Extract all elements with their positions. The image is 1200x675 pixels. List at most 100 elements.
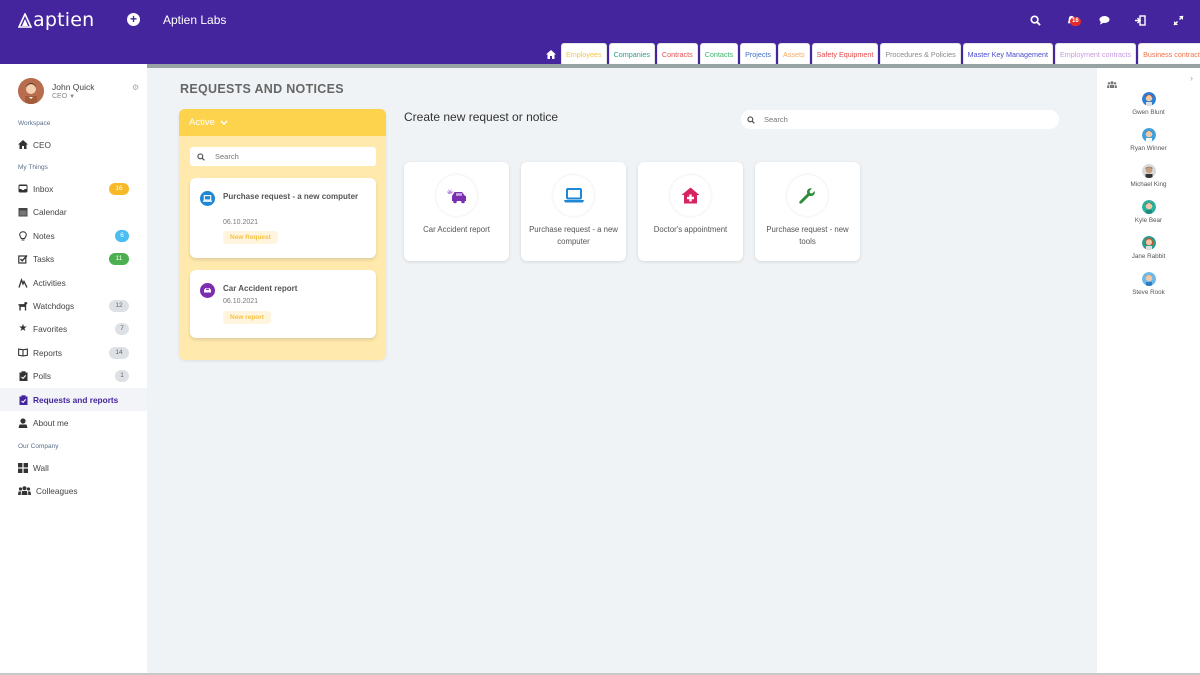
- sidebar-item-label: Tasks: [33, 253, 55, 264]
- grid-icon: [18, 462, 28, 473]
- book-icon: [18, 348, 28, 358]
- inbox-count-badge: 16: [109, 182, 129, 195]
- sidebar-item-calendar[interactable]: Calendar: [0, 200, 147, 223]
- laptop-icon: [200, 191, 215, 206]
- colleague-michael-king[interactable]: Michael King: [1097, 164, 1200, 188]
- status-badge: New report: [223, 311, 271, 324]
- tab-home[interactable]: [543, 44, 559, 64]
- sidebar-item-inbox[interactable]: Inbox 16: [0, 177, 147, 200]
- colleague-jane-rabbit[interactable]: Jane Rabbit: [1097, 236, 1200, 260]
- add-icon: +: [129, 12, 137, 26]
- sidebar-item-colleagues[interactable]: Colleagues: [0, 479, 147, 502]
- section-our-company: Our Company: [18, 443, 59, 450]
- wrench-icon: [799, 188, 815, 204]
- fullscreen-button[interactable]: [1170, 12, 1186, 28]
- add-button[interactable]: +: [127, 13, 140, 26]
- chevron-right-icon[interactable]: ›: [1190, 73, 1193, 83]
- avatar: [1141, 200, 1156, 214]
- laptop-icon: [563, 188, 584, 203]
- colleague-steve-rook[interactable]: Steve Rook: [1097, 272, 1200, 296]
- card-date: 06.10.2021: [223, 298, 259, 305]
- colleague-kyle-bear[interactable]: Kyle Bear: [1097, 200, 1200, 224]
- colleague-name: Ryan Winner: [1130, 145, 1167, 152]
- sidebar-item-favorites[interactable]: ★ Favorites 7: [0, 317, 147, 340]
- card-date: 06.10.2021: [223, 219, 259, 226]
- request-card[interactable]: Purchase request - a new computer 06.10.…: [190, 178, 376, 258]
- tab-contracts[interactable]: Contracts: [656, 43, 698, 64]
- tab-contacts[interactable]: Contacts: [699, 43, 739, 64]
- template-tile-doctors-appointment[interactable]: Doctor's appointment: [638, 162, 743, 261]
- sidebar-item-ceo[interactable]: CEO: [0, 133, 147, 156]
- logout-button[interactable]: [1132, 12, 1148, 28]
- home-icon: [546, 49, 556, 59]
- colleague-gwen-blunt[interactable]: Gwen Blunt: [1097, 92, 1200, 116]
- tile-label: Purchase request - new tools: [766, 225, 849, 246]
- user-role-dropdown[interactable]: CEO ▼: [52, 93, 95, 100]
- template-search-input[interactable]: [764, 115, 1044, 124]
- lightbulb-icon: [18, 230, 28, 241]
- sidebar-item-label: Reports: [33, 347, 63, 358]
- search-icon: [197, 152, 205, 161]
- tile-icon-circle: [553, 175, 594, 216]
- tab-safety-equipment[interactable]: Safety Equipment: [811, 43, 879, 64]
- tile-label: Purchase request - a new computer: [529, 225, 618, 246]
- sidebar-item-label: Calendar: [33, 206, 67, 217]
- avatar: [1141, 164, 1156, 178]
- notes-count-badge: 6: [115, 229, 129, 242]
- reports-count-badge: 14: [109, 346, 129, 359]
- tab-master-key-management[interactable]: Master Key Management: [962, 43, 1053, 64]
- sidebar-item-activities[interactable]: Activities: [0, 271, 147, 294]
- sidebar-item-reports[interactable]: Reports 14: [0, 341, 147, 364]
- search-icon: [747, 115, 755, 124]
- colleague-ryan-winner[interactable]: Ryan Winner: [1097, 128, 1200, 152]
- sidebar-item-label: Inbox: [33, 183, 54, 194]
- user-profile[interactable]: John Quick CEO ▼: [18, 78, 95, 104]
- column-search: [190, 147, 376, 166]
- clipboard-icon: [18, 370, 28, 381]
- template-tile-purchase-computer[interactable]: Purchase request - a new computer: [521, 162, 626, 261]
- page-title: REQUESTS AND NOTICES: [180, 82, 344, 96]
- sidebar-item-polls[interactable]: Polls 1: [0, 364, 147, 387]
- sidebar-item-about-me[interactable]: About me: [0, 411, 147, 434]
- colleague-name: Gwen Blunt: [1132, 109, 1165, 116]
- users-icon[interactable]: [1107, 75, 1117, 93]
- avatar: [1141, 92, 1156, 106]
- clinic-icon: [681, 187, 700, 204]
- sidebar-item-label: Wall: [33, 462, 49, 473]
- request-card[interactable]: Car Accident report 06.10.2021 New repor…: [190, 270, 376, 338]
- column-search-input[interactable]: [215, 152, 365, 161]
- notifications-button[interactable]: 16: [1063, 12, 1081, 28]
- tab-employees[interactable]: Employees: [561, 43, 607, 64]
- tab-projects[interactable]: Projects: [740, 43, 777, 64]
- user-role: CEO: [52, 93, 68, 100]
- search-button[interactable]: [1027, 12, 1043, 28]
- chat-button[interactable]: [1096, 12, 1112, 28]
- template-search: [741, 110, 1059, 129]
- tab-procedures-policies[interactable]: Procedures & Policies: [880, 43, 961, 64]
- module-tabs: Employees Companies Contracts Contacts P…: [543, 43, 1200, 64]
- car-crash-icon: [200, 283, 215, 298]
- sidebar-item-watchdogs[interactable]: Watchdogs 12: [0, 294, 147, 317]
- sidebar-item-label: Colleagues: [36, 485, 78, 496]
- status-filter-label: Active: [189, 117, 215, 128]
- tile-icon-circle: [787, 175, 828, 216]
- star-icon: ★: [18, 323, 28, 334]
- settings-gear-icon[interactable]: ⚙: [132, 83, 139, 92]
- status-filter-dropdown[interactable]: Active: [179, 109, 386, 136]
- tab-assets[interactable]: Assets: [778, 43, 810, 64]
- template-tile-car-accident[interactable]: Car Accident report: [404, 162, 509, 261]
- template-tile-purchase-tools[interactable]: Purchase request - new tools: [755, 162, 860, 261]
- tab-business-contracts[interactable]: Business contracts: [1138, 43, 1200, 64]
- checkbox-icon: [18, 254, 28, 264]
- sidebar-item-wall[interactable]: Wall: [0, 456, 147, 479]
- sidebar-item-notes[interactable]: Notes 6: [0, 224, 147, 247]
- tab-employment-contracts[interactable]: Employment contracts: [1054, 43, 1137, 64]
- sidebar-item-requests-and-reports[interactable]: Requests and reports: [0, 388, 147, 411]
- calendar-icon: [18, 207, 28, 217]
- logo[interactable]: aptien: [18, 9, 94, 31]
- chat-icon: [1098, 16, 1110, 25]
- sidebar-item-tasks[interactable]: Tasks 11: [0, 247, 147, 270]
- sidebar-item-label: Polls: [33, 370, 51, 381]
- tab-companies[interactable]: Companies: [608, 43, 655, 64]
- activities-icon: [18, 277, 28, 288]
